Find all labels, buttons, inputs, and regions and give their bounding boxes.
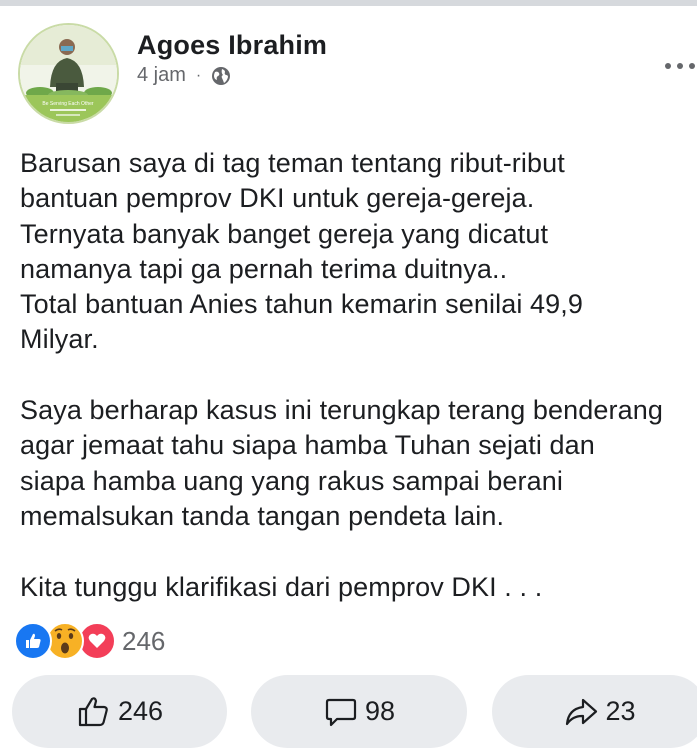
thumbs-up-icon (78, 696, 108, 726)
post-line: Saya berharap kasus ini terungkap terang… (20, 395, 663, 426)
reaction-count[interactable]: 246 (122, 626, 165, 657)
meta-separator: · (195, 66, 202, 84)
post-time[interactable]: 4 jam (137, 64, 186, 87)
post-meta: 4 jam · (137, 64, 231, 87)
post-text: Barusan saya di tag teman tentang ribut-… (20, 146, 695, 605)
top-divider (0, 0, 697, 6)
comment-button[interactable]: 98 (251, 675, 467, 748)
avatar-image: Be Serving Each Other (20, 25, 117, 122)
comment-count: 98 (364, 696, 396, 726)
post-line: agar jemaat tahu siapa hamba Tuhan sejat… (20, 430, 595, 461)
post-line: memalsukan tanda tangan pendeta lain. (20, 500, 505, 531)
avatar[interactable]: Be Serving Each Other (18, 23, 119, 124)
post-line: bantuan pemprov DKI untuk gereja-gereja. (20, 183, 535, 214)
like-count: 246 (117, 696, 164, 726)
globe-icon[interactable] (211, 66, 231, 86)
like-reaction-icon (14, 622, 52, 660)
avatar-caption: Be Serving Each Other (42, 101, 93, 107)
post-line: Kita tunggu klarifikasi dari pemprov DKI… (20, 571, 543, 602)
like-button[interactable]: 246 (12, 675, 227, 748)
author-name[interactable]: Agoes Ibrahim (137, 30, 327, 61)
post-line: siapa hamba uang yang rakus sampai beran… (20, 465, 563, 496)
share-arrow-icon (566, 698, 598, 725)
share-button[interactable]: 23 (492, 675, 697, 748)
more-dots-icon[interactable] (664, 58, 697, 74)
post-line: Barusan saya di tag teman tentang ribut-… (20, 148, 565, 178)
post-line: namanya tapi ga pernah terima duitnya.. (20, 253, 508, 284)
reaction-summary[interactable]: 246 (14, 622, 165, 660)
post-line: Ternyata banyak banget gereja yang dicat… (20, 218, 549, 249)
post-line: Total bantuan Anies tahun kemarin senila… (20, 289, 583, 320)
comment-icon (325, 698, 357, 726)
post-line: Milyar. (20, 324, 99, 355)
share-count: 23 (605, 696, 636, 726)
